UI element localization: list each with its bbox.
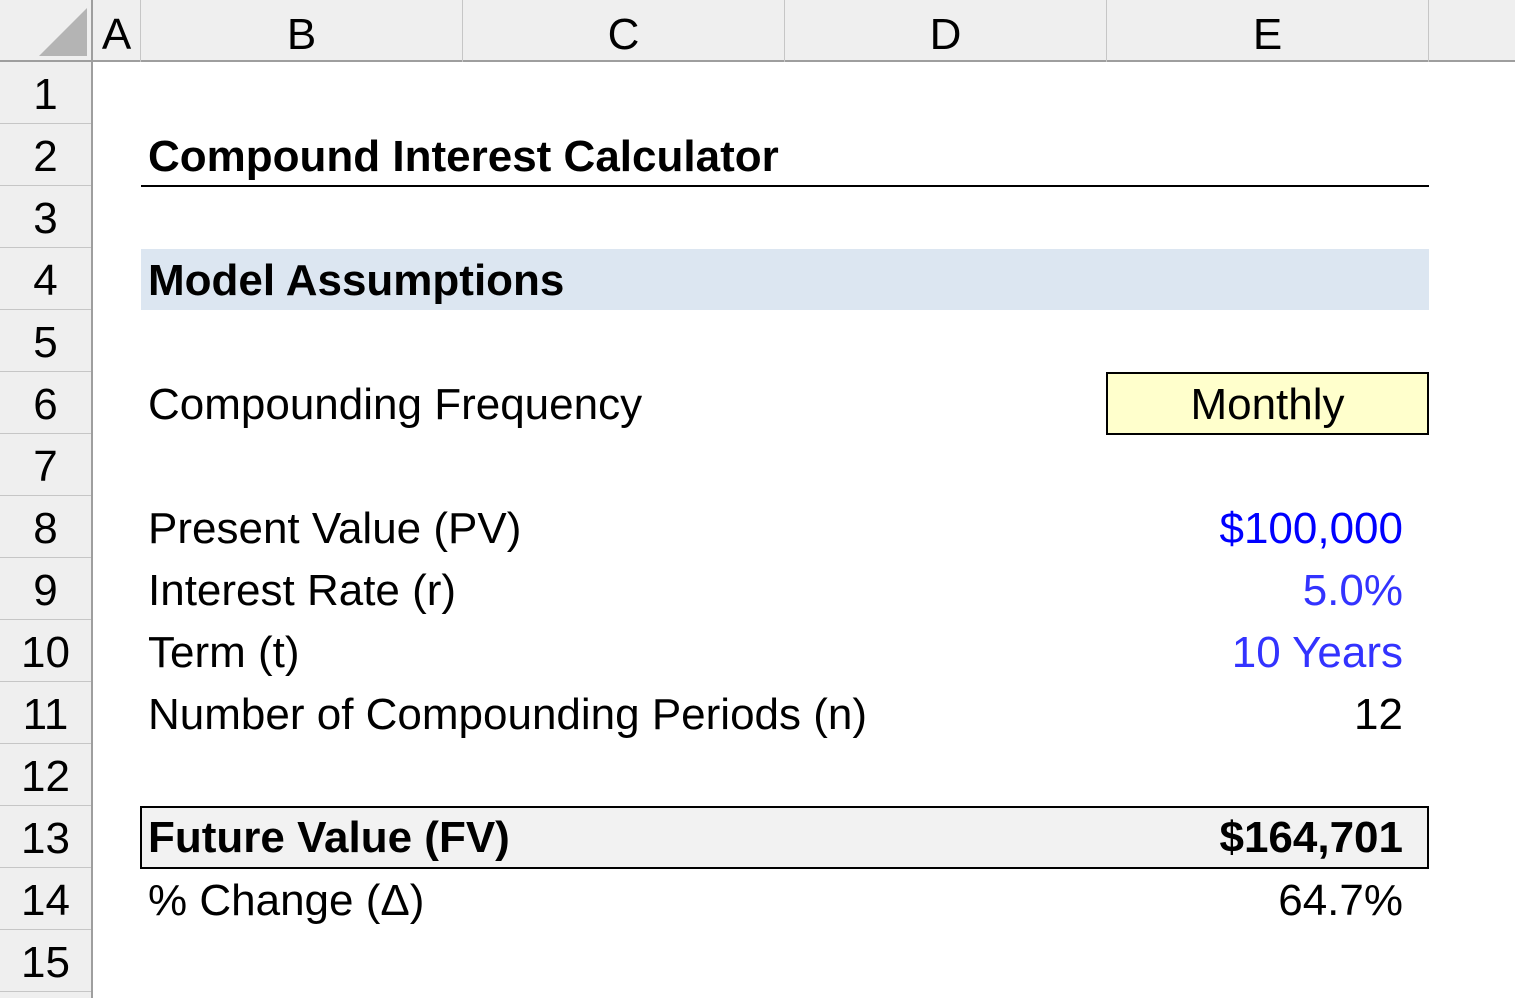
future-value-output: $164,701 — [1219, 813, 1403, 862]
row-header[interactable]: 15 — [0, 930, 91, 992]
row-header[interactable]: 9 — [0, 558, 91, 620]
select-all-button[interactable] — [0, 0, 93, 62]
title-underline-divider — [141, 185, 1429, 187]
term-input[interactable]: 10 Years — [1232, 622, 1403, 684]
row-header[interactable]: 1 — [0, 62, 91, 124]
compounding-frequency-label[interactable]: Compounding Frequency — [148, 374, 642, 436]
section-header: Model Assumptions — [148, 256, 565, 305]
row-header[interactable]: 6 — [0, 372, 91, 434]
present-value-label[interactable]: Present Value (PV) — [148, 498, 521, 560]
column-header-b[interactable]: B — [141, 0, 463, 62]
select-all-triangle-icon — [39, 8, 87, 56]
column-header-e[interactable]: E — [1107, 0, 1429, 62]
compounding-periods-label[interactable]: Number of Compounding Periods (n) — [148, 684, 867, 746]
interest-rate-input[interactable]: 5.0% — [1303, 560, 1403, 622]
column-header-f[interactable] — [1429, 0, 1515, 62]
row-header[interactable]: 12 — [0, 744, 91, 806]
percent-change-label[interactable]: % Change (Δ) — [148, 870, 424, 932]
compounding-periods-value[interactable]: 12 — [1354, 684, 1403, 746]
row-header[interactable]: 11 — [0, 682, 91, 744]
row-header[interactable]: 7 — [0, 434, 91, 496]
row-header[interactable]: 14 — [0, 868, 91, 930]
sheet-title[interactable]: Compound Interest Calculator — [148, 126, 779, 188]
interest-rate-label[interactable]: Interest Rate (r) — [148, 560, 456, 622]
column-header-c[interactable]: C — [463, 0, 785, 62]
present-value-input[interactable]: $100,000 — [1219, 498, 1403, 560]
row-header[interactable]: 5 — [0, 310, 91, 372]
row-header[interactable]: 2 — [0, 124, 91, 186]
row-header[interactable]: 10 — [0, 620, 91, 682]
row-header[interactable]: 8 — [0, 496, 91, 558]
future-value-label: Future Value (FV) — [148, 813, 510, 862]
column-header-d[interactable]: D — [785, 0, 1107, 62]
column-header-a[interactable]: A — [93, 0, 141, 62]
row-header[interactable]: 4 — [0, 248, 91, 310]
percent-change-value[interactable]: 64.7% — [1278, 870, 1403, 932]
row-header[interactable]: 13 — [0, 806, 91, 868]
term-label[interactable]: Term (t) — [148, 622, 300, 684]
compounding-frequency-input[interactable]: Monthly — [1106, 372, 1429, 435]
row-header[interactable]: 3 — [0, 186, 91, 248]
row-header-bar: 1 2 3 4 5 6 7 8 9 10 11 12 13 14 15 — [0, 62, 93, 998]
